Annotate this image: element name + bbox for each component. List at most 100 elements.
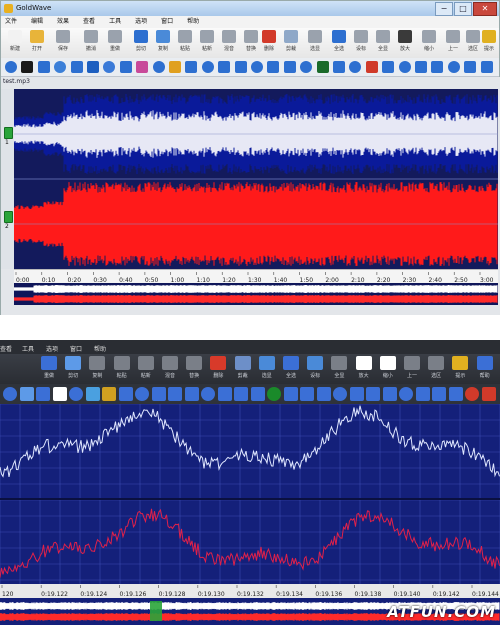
overview-waveform[interactable] [14, 283, 498, 305]
toolbar-button-paste-new[interactable]: 粘新 [197, 30, 217, 56]
effect-icon[interactable] [465, 387, 479, 401]
dark-toolbar-button[interactable]: 选区 [425, 356, 447, 382]
toolbar-button-zoom-out[interactable]: 缩小 [419, 30, 439, 56]
minimize-button[interactable]: − [435, 2, 453, 16]
marker-start-icon[interactable] [382, 61, 395, 73]
toolbar-button-cut[interactable]: 剪切 [131, 30, 151, 56]
dark-toolbar-button[interactable]: 上一 [401, 356, 423, 382]
effect-icon[interactable] [448, 387, 463, 401]
toolbar-button-mix[interactable]: 混音 [219, 30, 239, 56]
toolbar-button-new[interactable]: 新建 [5, 30, 25, 56]
menu-window[interactable]: 窗口 [161, 16, 173, 28]
toolbar-button-save[interactable]: 保存 [53, 30, 73, 56]
toolbar-button-replace[interactable]: 替换 [241, 30, 261, 56]
menu-help-dark[interactable]: 帮助 [94, 344, 106, 353]
dark-toolbar-button[interactable]: 替换 [183, 356, 205, 382]
menu-options-dark[interactable]: 选项 [46, 344, 58, 353]
effect-icon[interactable] [217, 387, 232, 401]
flanger-icon[interactable] [185, 61, 198, 73]
waveform-display[interactable] [14, 89, 498, 269]
offset-icon[interactable] [333, 61, 345, 73]
effect-icon[interactable] [151, 387, 166, 401]
effect-icon[interactable] [250, 387, 265, 401]
zoomed-waveform-display[interactable] [0, 404, 500, 584]
dark-toolbar-button[interactable]: 提示 [449, 356, 471, 382]
dark-toolbar-button[interactable]: 粘新 [135, 356, 157, 382]
stop-icon[interactable] [21, 61, 34, 73]
toolbar-button-select-all[interactable]: 全选 [329, 30, 349, 56]
dark-toolbar-button[interactable]: 重做 [38, 356, 60, 382]
effect-icon[interactable] [283, 387, 298, 401]
effect-icon[interactable] [3, 387, 17, 401]
dark-toolbar-button[interactable]: 删除 [207, 356, 229, 382]
effect-icon[interactable] [432, 387, 446, 401]
effect-icon[interactable] [415, 387, 430, 401]
toolbar-button-paste[interactable]: 粘贴 [175, 30, 195, 56]
effect-icon[interactable] [366, 387, 380, 401]
toolbar-button-set-marker[interactable]: 设标 [351, 30, 371, 56]
toolbar-button-zoom-in[interactable]: 放大 [395, 30, 415, 56]
dark-toolbar-button[interactable]: 复制 [86, 356, 108, 382]
dark-toolbar-button[interactable]: 全显 [328, 356, 350, 382]
effect-icon[interactable] [36, 387, 50, 401]
effect-icon[interactable] [267, 387, 281, 401]
invert-icon[interactable] [316, 61, 329, 73]
menu-effects[interactable]: 效果 [57, 16, 69, 28]
dark-toolbar-button[interactable]: 混音 [159, 356, 181, 382]
effect-icon[interactable] [19, 387, 34, 401]
dark-toolbar-button[interactable]: 选显 [256, 356, 278, 382]
effect-icon[interactable] [481, 387, 496, 401]
marker-end-icon[interactable] [398, 61, 411, 73]
dark-toolbar-button[interactable]: 放大 [353, 356, 375, 382]
time-warp-icon[interactable] [349, 61, 362, 73]
fade-in-icon[interactable] [415, 61, 427, 73]
effect-icon[interactable] [399, 387, 413, 401]
close-button[interactable]: ✕ [473, 2, 497, 16]
silence-icon[interactable] [480, 61, 493, 73]
toolbar-button-cue[interactable]: 提示 [479, 30, 499, 56]
arrow-right-icon[interactable] [218, 61, 231, 73]
amplify-icon[interactable] [447, 61, 460, 73]
dark-toolbar-button[interactable]: 剪切 [62, 356, 84, 382]
stereo-icon[interactable] [283, 61, 296, 73]
channel-1-marker[interactable] [4, 127, 13, 139]
effect-icon[interactable] [135, 387, 149, 401]
mechanize-icon[interactable] [300, 61, 313, 73]
effect-icon[interactable] [201, 387, 215, 401]
toolbar-button-select-view[interactable]: 选显 [305, 30, 325, 56]
effect-icon[interactable] [52, 387, 67, 401]
playback-rate-icon[interactable] [365, 61, 378, 73]
toolbar-button-undo[interactable]: 撤消 [81, 30, 101, 56]
menu-tools[interactable]: 工具 [109, 16, 121, 28]
menu-view[interactable]: 查看 [83, 16, 95, 28]
toolbar-button-trim[interactable]: 剪裁 [281, 30, 301, 56]
fade-out-icon[interactable] [431, 61, 444, 73]
effect-icon[interactable] [234, 387, 248, 401]
equalizer-icon[interactable] [152, 61, 165, 73]
volume-icon[interactable] [5, 61, 17, 73]
dark-toolbar-button[interactable]: 粘贴 [111, 356, 133, 382]
menu-help[interactable]: 帮助 [187, 16, 199, 28]
toolbar-button-redo[interactable]: 重做 [105, 30, 125, 56]
effect-icon[interactable] [349, 387, 364, 401]
effect-icon[interactable] [300, 387, 314, 401]
toolbar-button-copy[interactable]: 复制 [153, 30, 173, 56]
toolbar-button-view-all[interactable]: 全显 [373, 30, 393, 56]
file-tab[interactable]: test.mp3 [3, 78, 123, 88]
dark-toolbar-button[interactable]: 设标 [304, 356, 326, 382]
dark-toolbar-button[interactable]: 全选 [280, 356, 302, 382]
menu-file[interactable]: 文件 [5, 16, 17, 28]
fade-icon[interactable] [234, 61, 247, 73]
dark-toolbar-button[interactable]: 帮助 [474, 356, 496, 382]
dark-toolbar-button[interactable]: 剪裁 [232, 356, 254, 382]
menu-view-dark[interactable]: 查看 [0, 344, 12, 353]
spectrum-icon[interactable] [37, 61, 50, 73]
reverb-icon[interactable] [119, 61, 132, 73]
effect-icon[interactable] [382, 387, 397, 401]
normalize-icon[interactable] [464, 61, 477, 73]
menu-options[interactable]: 选项 [135, 16, 147, 28]
effect-icon[interactable] [118, 387, 133, 401]
dark-toolbar-button[interactable]: 缩小 [377, 356, 399, 382]
filter-icon[interactable] [70, 61, 83, 73]
channel-icon[interactable] [267, 61, 280, 73]
